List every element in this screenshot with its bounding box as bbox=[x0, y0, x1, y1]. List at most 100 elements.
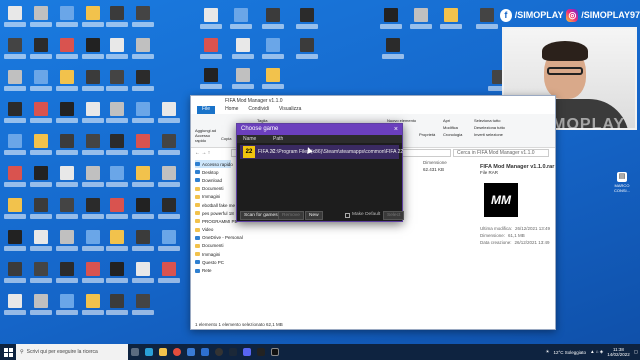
desktop-icon[interactable] bbox=[56, 294, 78, 320]
desktop-icon[interactable] bbox=[410, 8, 432, 34]
desktop-icon[interactable] bbox=[30, 70, 52, 96]
pin-button[interactable]: Aggiungi ad Accesso rapido bbox=[195, 128, 219, 143]
desktop-icon[interactable] bbox=[30, 198, 52, 224]
desktop-icon[interactable] bbox=[82, 262, 104, 288]
nav-item-video[interactable]: Video bbox=[195, 226, 231, 234]
desktop-icon[interactable] bbox=[158, 230, 180, 256]
desktop-icon[interactable] bbox=[4, 38, 26, 64]
desktop-icon[interactable] bbox=[30, 134, 52, 160]
nav-item-onedrive[interactable]: OneDrive - Personal bbox=[195, 234, 243, 242]
nav-item-this-pc[interactable]: Questo PC bbox=[195, 258, 231, 266]
choose-game-dialog[interactable]: Choose game × Name Path 22 FIFA 22 C:\Pr… bbox=[236, 123, 405, 222]
nav-item-documents[interactable]: Documenti bbox=[195, 185, 231, 193]
mail-icon[interactable] bbox=[198, 344, 212, 360]
nav-arrows-icon[interactable]: ← → ↑ bbox=[195, 150, 210, 156]
desktop-icon[interactable] bbox=[82, 230, 104, 256]
desktop-icon[interactable] bbox=[4, 6, 26, 32]
nav-item-desktop[interactable]: Desktop bbox=[195, 168, 231, 176]
desktop-icon[interactable] bbox=[232, 38, 254, 64]
desktop-icon[interactable] bbox=[106, 294, 128, 320]
desktop-icon[interactable] bbox=[4, 102, 26, 128]
desktop-icon[interactable] bbox=[132, 38, 154, 64]
scan-games-button[interactable]: Scan for games bbox=[240, 211, 282, 220]
nav-item-folder-2[interactable]: pes powerful 18 bbox=[195, 209, 234, 217]
desktop-icon[interactable] bbox=[4, 134, 26, 160]
desktop-shortcut[interactable]: ▤ MARCO CONSI... bbox=[612, 172, 632, 200]
desktop-icon[interactable] bbox=[200, 68, 222, 94]
steam-icon[interactable] bbox=[226, 344, 240, 360]
nav-item-quick-access[interactable]: Accesso rapido bbox=[195, 160, 233, 169]
desktop-icon[interactable] bbox=[262, 38, 284, 64]
desktop-icon[interactable] bbox=[82, 38, 104, 64]
desktop-icon[interactable] bbox=[158, 134, 180, 160]
desktop-icon[interactable] bbox=[158, 102, 180, 128]
desktop-icon[interactable] bbox=[82, 134, 104, 160]
nav-item-od-documents[interactable]: Documenti bbox=[195, 242, 231, 250]
desktop-icon[interactable] bbox=[30, 166, 52, 192]
tab-share[interactable]: Condividi bbox=[248, 106, 269, 114]
desktop-icon[interactable] bbox=[158, 262, 180, 288]
desktop-icon[interactable] bbox=[56, 262, 78, 288]
desktop-icon[interactable] bbox=[106, 38, 128, 64]
nav-item-od-images[interactable]: Immagini bbox=[195, 250, 231, 258]
desktop-icon[interactable] bbox=[382, 38, 404, 64]
task-view-icon[interactable] bbox=[128, 344, 142, 360]
column-name[interactable]: Name bbox=[243, 136, 256, 142]
obs-icon[interactable] bbox=[212, 344, 226, 360]
nav-item-download[interactable]: Download bbox=[195, 176, 231, 184]
desktop-icon[interactable] bbox=[4, 230, 26, 256]
desktop-icon[interactable] bbox=[380, 8, 402, 34]
desktop-icon[interactable] bbox=[4, 262, 26, 288]
explorer-icon[interactable] bbox=[156, 344, 170, 360]
desktop-icon[interactable] bbox=[476, 8, 498, 34]
chrome-icon[interactable] bbox=[170, 344, 184, 360]
desktop-icon[interactable] bbox=[4, 198, 26, 224]
desktop-icon[interactable] bbox=[56, 102, 78, 128]
mod-manager-taskbar-icon[interactable] bbox=[268, 344, 282, 360]
desktop-icon[interactable] bbox=[56, 70, 78, 96]
desktop-icon[interactable] bbox=[82, 294, 104, 320]
close-icon[interactable]: × bbox=[394, 124, 398, 135]
desktop-icon[interactable] bbox=[132, 102, 154, 128]
desktop-icon[interactable] bbox=[4, 70, 26, 96]
tab-file[interactable]: File bbox=[197, 106, 216, 114]
desktop-icon[interactable] bbox=[82, 198, 104, 224]
column-dimension[interactable]: Dimensione bbox=[423, 160, 447, 165]
select-none-button[interactable]: Deseleziona tutto bbox=[474, 125, 505, 130]
tray-icons[interactable]: ▲ ⌂ ◈ bbox=[590, 349, 603, 355]
desktop-icon[interactable] bbox=[4, 294, 26, 320]
desktop-icon[interactable] bbox=[56, 38, 78, 64]
desktop-icon[interactable] bbox=[262, 68, 284, 94]
desktop-icon[interactable] bbox=[56, 6, 78, 32]
desktop-icon[interactable] bbox=[106, 230, 128, 256]
modify-button[interactable]: Modifica bbox=[443, 125, 458, 130]
desktop-icon[interactable] bbox=[158, 166, 180, 192]
desktop-icon[interactable] bbox=[82, 102, 104, 128]
desktop-icon[interactable] bbox=[82, 166, 104, 192]
desktop-icon[interactable] bbox=[296, 38, 318, 64]
copy-button[interactable]: Copia bbox=[221, 136, 231, 141]
nav-item-folder-3[interactable]: PROGRAMMI PE bbox=[195, 217, 238, 225]
edge-icon[interactable] bbox=[142, 344, 156, 360]
desktop-icon[interactable] bbox=[30, 294, 52, 320]
desktop-icon[interactable] bbox=[440, 8, 462, 34]
desktop-icon[interactable] bbox=[30, 38, 52, 64]
tab-view[interactable]: Visualizza bbox=[279, 106, 301, 114]
nav-item-images[interactable]: Immagini bbox=[195, 193, 231, 201]
desktop-icon[interactable] bbox=[30, 102, 52, 128]
desktop-icon[interactable] bbox=[232, 68, 254, 94]
remove-button[interactable]: Remove bbox=[278, 211, 304, 220]
search-box[interactable]: Cerca in FIFA Mod Manager v1.1.0 bbox=[453, 149, 549, 157]
desktop-icon[interactable] bbox=[296, 8, 318, 34]
desktop-icon[interactable] bbox=[30, 6, 52, 32]
desktop-icon[interactable] bbox=[132, 198, 154, 224]
desktop-icon[interactable] bbox=[106, 198, 128, 224]
desktop-icon[interactable] bbox=[200, 8, 222, 34]
new-button[interactable]: New bbox=[305, 211, 323, 220]
invert-selection-button[interactable]: Inverti selezione bbox=[474, 132, 503, 137]
open-button[interactable]: Apri bbox=[443, 118, 450, 123]
desktop-icon[interactable] bbox=[30, 230, 52, 256]
make-default-checkbox[interactable] bbox=[345, 213, 350, 218]
epic-icon[interactable] bbox=[254, 344, 268, 360]
start-button[interactable] bbox=[0, 344, 16, 360]
